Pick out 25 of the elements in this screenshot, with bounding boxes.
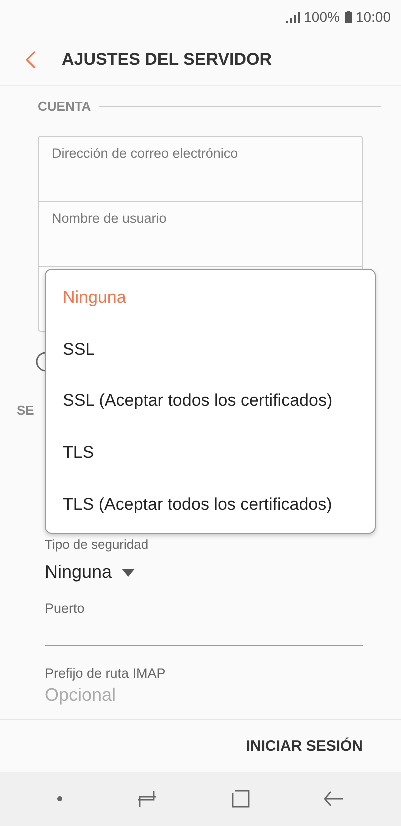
input-field[interactable]: Nombre de usuario: [39, 202, 362, 267]
section-heading: SE: [17, 402, 34, 418]
dropdown-option[interactable]: TLS (Aceptar todos los certificados): [46, 495, 375, 516]
input-field[interactable]: Opcional: [45, 685, 245, 706]
recent-apps-icon[interactable]: [137, 790, 158, 808]
sign-in-button[interactable]: INICIAR SESIÓN: [246, 734, 363, 758]
signal-icon: [286, 12, 300, 22]
home-icon[interactable]: [232, 790, 250, 808]
dot-icon[interactable]: [57, 796, 64, 802]
field-label: Tipo de seguridad: [45, 537, 150, 552]
security-dropdown[interactable]: Ninguna: [45, 562, 136, 583]
port-field[interactable]: Puerto: [45, 601, 363, 646]
section-heading: CUENTA: [38, 98, 92, 114]
input-field[interactable]: Dirección de correo electrónico: [39, 137, 362, 202]
dropdown-option[interactable]: TLS: [46, 443, 375, 464]
battery-icon: [344, 11, 352, 23]
field-label: Prefijo de ruta IMAP: [45, 666, 167, 681]
dropdown-option[interactable]: SSL (Aceptar todos los certificados): [46, 391, 375, 412]
dropdown-option[interactable]: SSL: [46, 340, 375, 360]
screen-title: AJUSTES DEL SERVIDOR: [62, 50, 272, 70]
clock: 10:00: [356, 9, 391, 25]
back-icon[interactable]: [26, 50, 36, 68]
back-icon[interactable]: [324, 791, 344, 807]
caret-icon: [122, 568, 136, 576]
battery-level: 100%: [304, 9, 340, 25]
